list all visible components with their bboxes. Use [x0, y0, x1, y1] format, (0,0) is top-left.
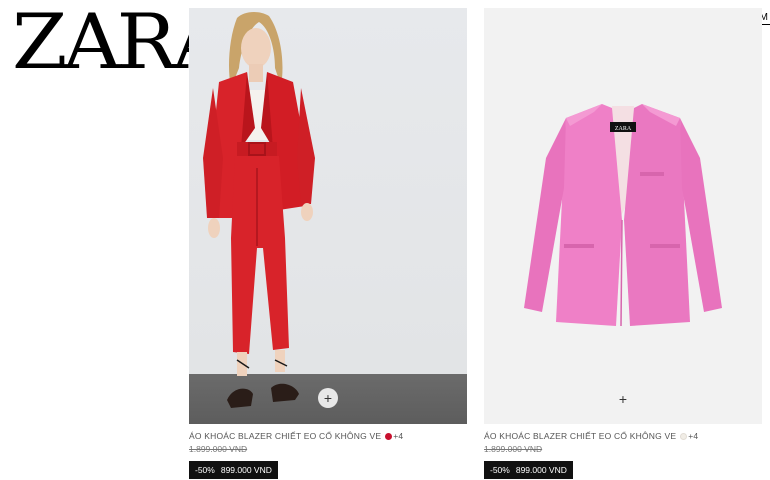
product-name[interactable]: ÁO KHOÁC BLAZER CHIẾT EO CỔ KHÔNG VE [189, 431, 381, 441]
product-image-model-red-suit[interactable]: + [189, 8, 467, 424]
sale-price-badge: -50% 899.000 VND [484, 461, 573, 479]
discount-percent: -50% [195, 465, 215, 475]
product-card[interactable]: ZARA + ÁO KHOÁC BLAZER CHIẾT EO CỔ KHÔNG… [484, 8, 762, 479]
product-card[interactable]: + ÁO KHOÁC BLAZER CHIẾT EO CỔ KHÔNG VE +… [189, 8, 467, 479]
product-image-pink-blazer[interactable]: ZARA + [484, 8, 762, 424]
quick-add-icon[interactable]: + [613, 389, 633, 409]
sale-price: 899.000 VND [220, 465, 272, 475]
model-red-suit-illustration [203, 12, 315, 408]
product-name[interactable]: ÁO KHOÁC BLAZER CHIẾT EO CỔ KHÔNG VE [484, 431, 676, 441]
color-swatch[interactable] [385, 432, 393, 440]
pink-blazer-illustration: ZARA [524, 104, 722, 327]
sale-price: 899.000 VND [515, 465, 567, 475]
original-price: 1.899.000 VND [189, 444, 248, 454]
color-swatch[interactable] [680, 432, 688, 440]
original-price: 1.899.000 VND [484, 444, 543, 454]
more-colors-count[interactable]: +4 [393, 431, 403, 441]
discount-percent: -50% [490, 465, 510, 475]
sale-price-badge: -50% 899.000 VND [189, 461, 278, 479]
more-colors-count[interactable]: +4 [688, 431, 698, 441]
quick-add-icon[interactable]: + [318, 388, 338, 408]
svg-text:ZARA: ZARA [615, 126, 632, 132]
